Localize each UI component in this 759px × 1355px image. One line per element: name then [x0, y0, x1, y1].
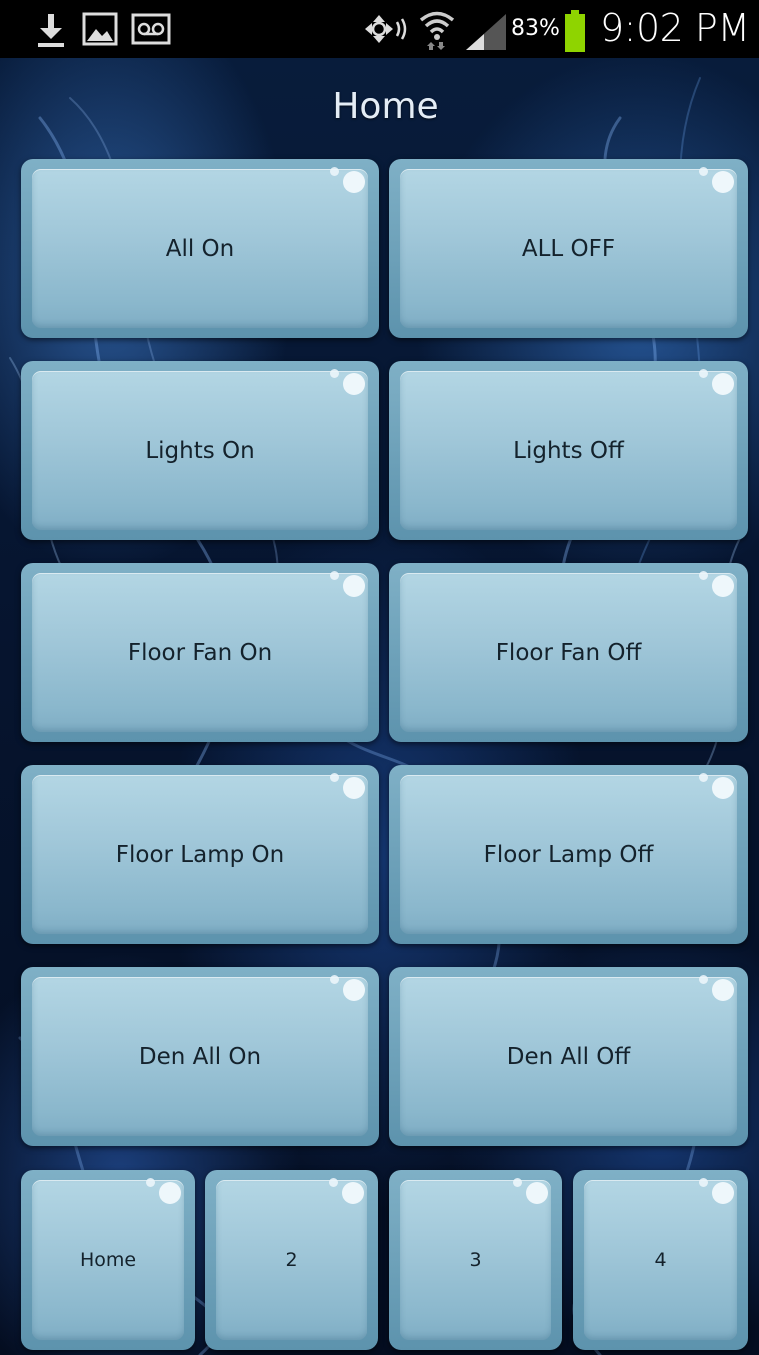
- all-off-button[interactable]: ALL OFF: [389, 159, 748, 338]
- gloss-highlight: [329, 1178, 338, 1187]
- nfc-icon: [365, 15, 407, 43]
- gloss-highlight: [712, 1182, 734, 1204]
- gloss-highlight: [159, 1182, 181, 1204]
- gloss-highlight: [330, 167, 339, 176]
- gloss-highlight: [712, 777, 734, 799]
- button-label: Den All Off: [506, 1043, 631, 1070]
- app-screen: 83% 9:02 PM Home All On ALL OFF Lights O…: [0, 0, 759, 1355]
- gloss-highlight: [330, 773, 339, 782]
- gloss-highlight: [342, 1182, 364, 1204]
- download-icon: [38, 14, 64, 47]
- gloss-highlight: [513, 1178, 522, 1187]
- floor-fan-on-button[interactable]: Floor Fan On: [21, 563, 379, 742]
- button-label: Floor Fan On: [127, 639, 273, 666]
- battery-percent: 83%: [511, 16, 560, 41]
- gloss-highlight: [712, 171, 734, 193]
- signal-icon: [466, 14, 506, 50]
- gloss-highlight: [343, 575, 365, 597]
- floor-fan-off-button[interactable]: Floor Fan Off: [389, 563, 748, 742]
- den-all-on-button[interactable]: Den All On: [21, 967, 379, 1146]
- gloss-highlight: [712, 575, 734, 597]
- voicemail-icon: [131, 13, 171, 45]
- gloss-highlight: [699, 571, 708, 580]
- tab-home[interactable]: Home: [21, 1170, 195, 1350]
- battery-icon: [565, 10, 585, 52]
- status-bar: 83% 9:02 PM: [0, 0, 759, 58]
- gloss-highlight: [343, 979, 365, 1001]
- gloss-highlight: [699, 369, 708, 378]
- button-label: ALL OFF: [521, 235, 616, 262]
- all-on-button[interactable]: All On: [21, 159, 379, 338]
- gloss-highlight: [712, 979, 734, 1001]
- den-all-off-button[interactable]: Den All Off: [389, 967, 748, 1146]
- floor-lamp-off-button[interactable]: Floor Lamp Off: [389, 765, 748, 944]
- tab-label: 2: [285, 1249, 298, 1271]
- button-label: Lights On: [145, 437, 255, 464]
- tab-page-3[interactable]: 3: [389, 1170, 562, 1350]
- gloss-highlight: [343, 373, 365, 395]
- gloss-highlight: [330, 975, 339, 984]
- lights-on-button[interactable]: Lights On: [21, 361, 379, 540]
- tab-label: 4: [654, 1249, 667, 1271]
- gloss-highlight: [526, 1182, 548, 1204]
- gloss-highlight: [330, 369, 339, 378]
- gloss-highlight: [146, 1178, 155, 1187]
- gloss-highlight: [343, 171, 365, 193]
- clock: 9:02 PM: [600, 6, 750, 50]
- wifi-icon: [419, 11, 455, 50]
- image-icon: [82, 12, 118, 46]
- tab-label: 3: [469, 1249, 482, 1271]
- button-label: Den All On: [138, 1043, 262, 1070]
- tab-page-4[interactable]: 4: [573, 1170, 748, 1350]
- lights-off-button[interactable]: Lights Off: [389, 361, 748, 540]
- gloss-highlight: [330, 571, 339, 580]
- button-label: Floor Fan Off: [495, 639, 642, 666]
- gloss-highlight: [699, 1178, 708, 1187]
- button-label: All On: [165, 235, 235, 262]
- gloss-highlight: [699, 167, 708, 176]
- page-title: Home: [332, 86, 439, 127]
- button-label: Lights Off: [513, 437, 624, 464]
- tab-page-2[interactable]: 2: [205, 1170, 378, 1350]
- tab-label: Home: [79, 1249, 137, 1271]
- gloss-highlight: [699, 773, 708, 782]
- gloss-highlight: [343, 777, 365, 799]
- button-label: Floor Lamp Off: [483, 841, 654, 868]
- gloss-highlight: [712, 373, 734, 395]
- floor-lamp-on-button[interactable]: Floor Lamp On: [21, 765, 379, 944]
- button-label: Floor Lamp On: [115, 841, 285, 868]
- gloss-highlight: [699, 975, 708, 984]
